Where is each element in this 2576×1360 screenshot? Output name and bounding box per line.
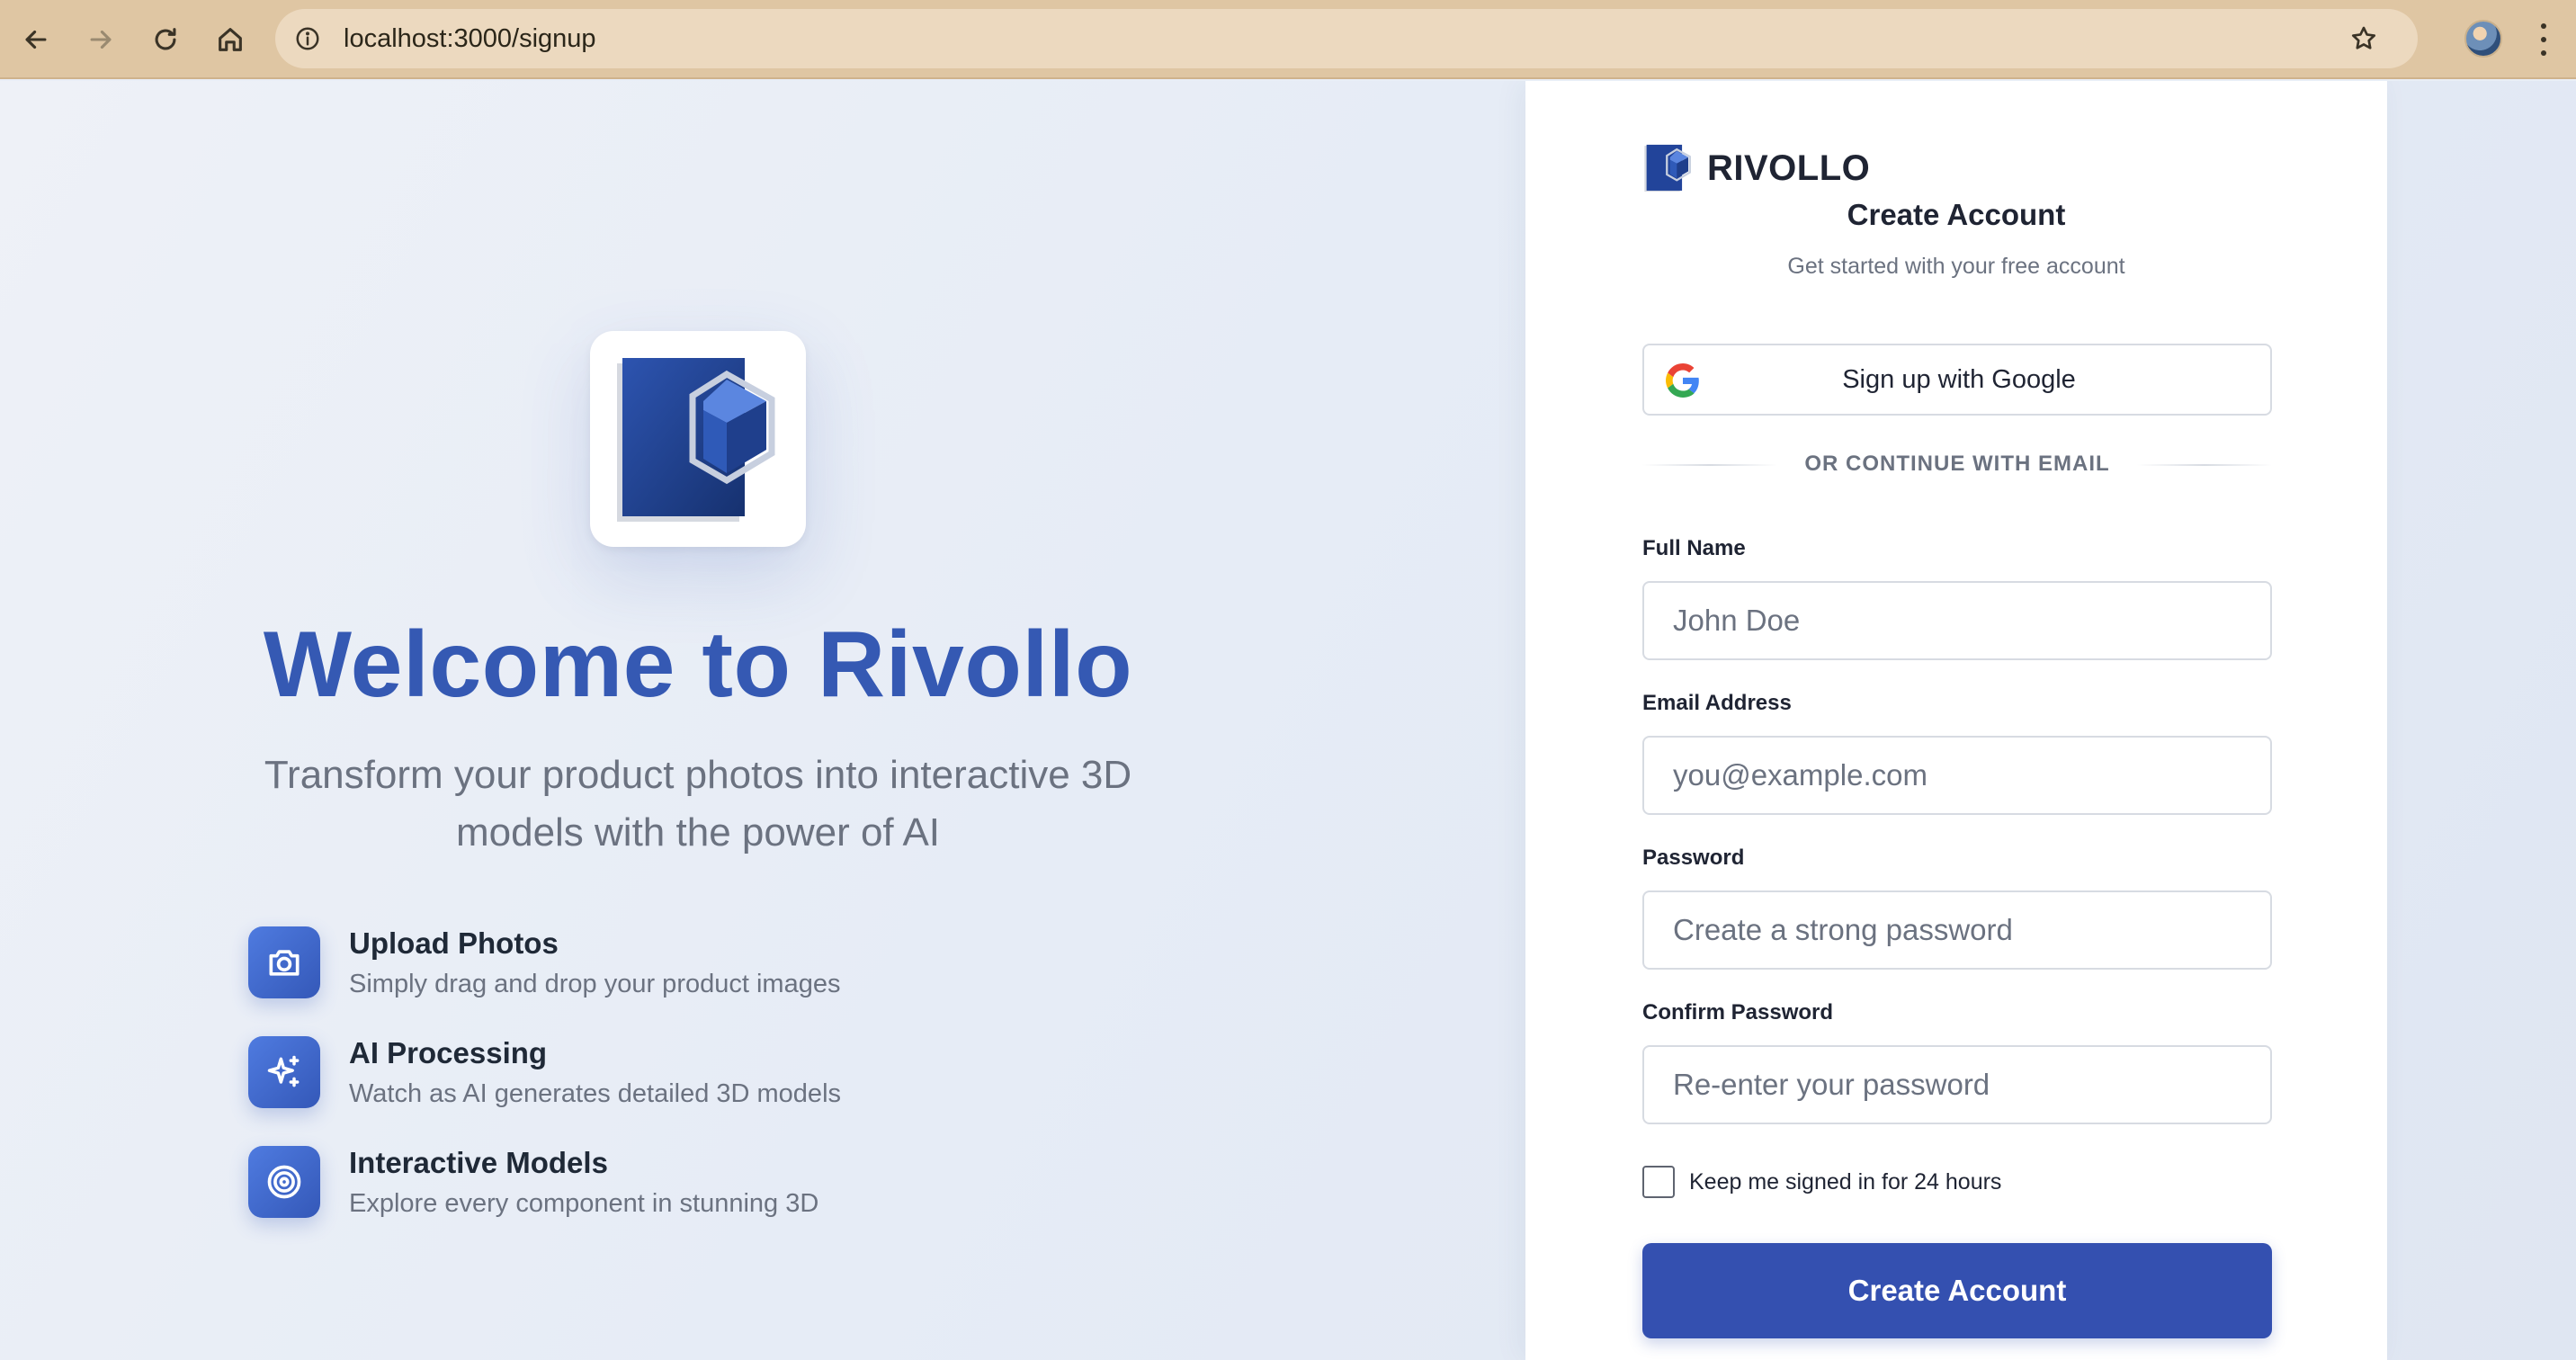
back-arrow-icon [25,30,47,49]
bookmark-star-icon [2351,26,2376,49]
feature-title: Interactive Models [349,1146,608,1179]
or-divider: OR CONTINUE WITH EMAIL [1642,448,2272,480]
confirm-password-label: Confirm Password [1642,1000,1834,1024]
camera-icon [248,926,320,998]
form-subtitle: Get started with your free account [1787,254,2125,279]
home-icon [219,28,242,51]
address-bar[interactable]: localhost:3000/signup [275,9,2418,68]
site-info-button[interactable] [291,22,324,55]
google-signup-label: Sign up with Google [1842,365,2076,394]
remember-checkbox[interactable] [1642,1166,1675,1198]
sparkles-icon [248,1036,320,1108]
site-info-icon [296,27,319,50]
kebab-menu-icon[interactable] [2535,20,2553,59]
google-signup-button[interactable]: Sign up with Google [1642,344,2272,416]
password-label: Password [1642,846,1745,870]
back-button[interactable] [14,18,58,61]
hero-subtitle: Transform your product photos into inter… [264,753,1132,854]
cube-logo-icon [617,358,775,522]
remember-me[interactable]: Keep me signed in for 24 hours [1642,1166,2001,1198]
forward-arrow-icon [90,30,112,49]
form-title: Create Account [1847,198,2066,231]
feature-interactive-models: Interactive Models Explore every compone… [248,1146,1058,1227]
create-account-button[interactable]: Create Account [1642,1243,2272,1338]
feature-upload-photos: Upload Photos Simply drag and drop your … [248,926,1058,1007]
url-text[interactable]: localhost:3000/signup [344,9,596,68]
feature-ai-processing: AI Processing Watch as AI generates deta… [248,1036,1058,1117]
brand: RIVOLLO [1642,142,1870,194]
signup-page: Welcome to Rivollo Transform your produc… [0,81,2576,1360]
reload-icon [155,28,176,50]
email-label: Email Address [1642,691,1792,715]
profile-avatar[interactable] [2464,20,2502,58]
full-name-label: Full Name [1642,536,1746,560]
target-icon [248,1146,320,1218]
reload-button[interactable] [144,18,187,61]
hero-section: Welcome to Rivollo Transform your produc… [0,81,1525,1360]
cube-logo-icon [1644,144,1691,192]
feature-description: Simply drag and drop your product images [349,970,841,998]
divider-text: OR CONTINUE WITH EMAIL [1804,452,2110,476]
confirm-password-input[interactable] [1642,1045,2272,1124]
forward-button[interactable] [79,18,122,61]
feature-description: Explore every component in stunning 3D [349,1189,819,1218]
home-button[interactable] [209,18,252,61]
feature-title: AI Processing [349,1036,548,1069]
password-input[interactable] [1642,890,2272,970]
bookmark-button[interactable] [2348,22,2380,55]
remember-label[interactable]: Keep me signed in for 24 hours [1689,1169,2001,1195]
rivollo-logo-large [590,331,806,547]
full-name-input[interactable] [1642,581,2272,660]
feature-description: Watch as AI generates detailed 3D models [349,1079,842,1108]
hero-title: Welcome to Rivollo [263,613,1133,717]
brand-name: RIVOLLO [1707,148,1871,188]
browser-toolbar: localhost:3000/signup [0,0,2576,79]
email-input[interactable] [1642,736,2272,815]
feature-title: Upload Photos [349,926,559,960]
signup-card: RIVOLLO Create Account Get started with … [1525,81,2387,1360]
